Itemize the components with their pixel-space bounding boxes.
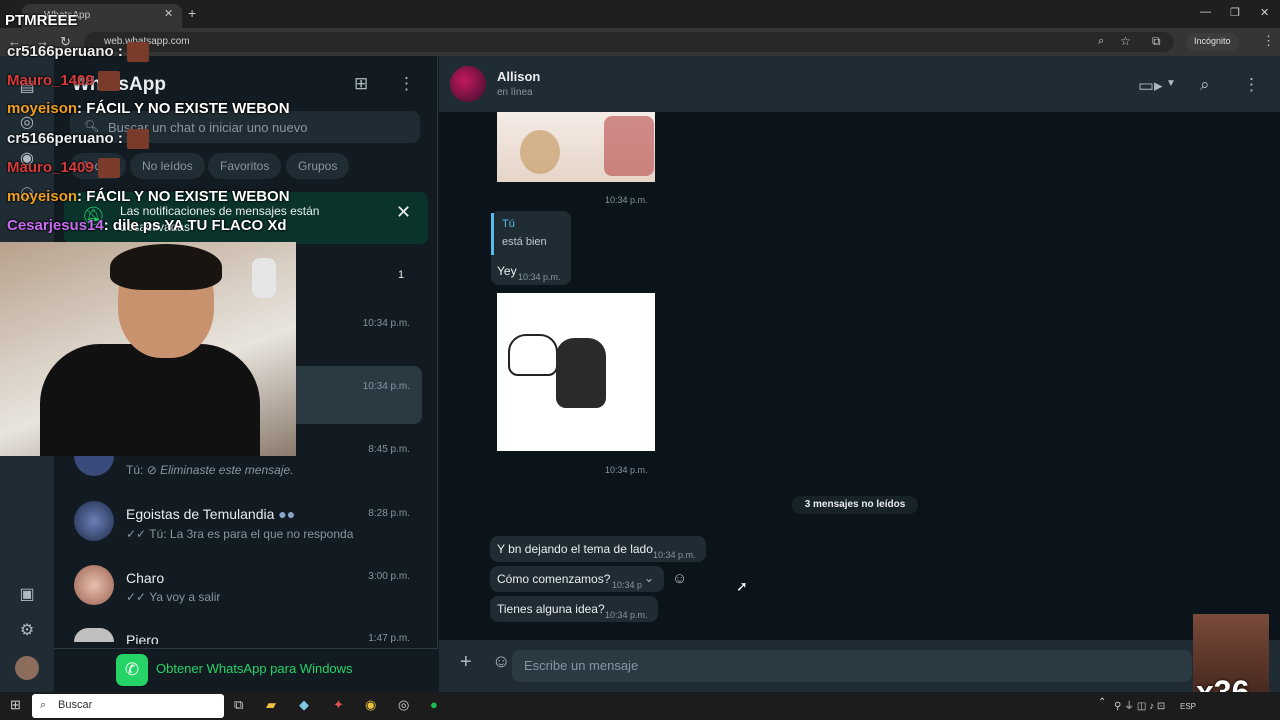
contact-name[interactable]: Allison <box>497 69 540 84</box>
minimize-icon[interactable]: — <box>1200 6 1211 18</box>
message-input[interactable]: Escribe un mensaje <box>512 650 1192 682</box>
app-icon[interactable]: ✦ <box>333 697 344 713</box>
message-time: 10:34 p <box>612 580 642 590</box>
stream-chat-line: Mauro_1409 <box>7 158 120 178</box>
webcam-streamer-hair <box>110 244 222 290</box>
chat-preview: ✓✓ Ya voy a salir <box>126 590 221 604</box>
menu-kebab-icon[interactable]: ⋮ <box>398 74 415 94</box>
filter-chip-favorites[interactable]: Favoritos <box>208 153 282 179</box>
bookmark-star-icon[interactable]: ☆ <box>1120 34 1131 48</box>
media-icon[interactable]: ▣ <box>16 584 38 606</box>
message-time: 10:34 p.m. <box>653 550 696 560</box>
profile-avatar[interactable] <box>15 656 39 680</box>
message-text: Y bn dejando el tema de lado <box>497 542 653 556</box>
chat-emote-icon <box>97 158 120 178</box>
browser-menu-icon[interactable]: ⋮ <box>1262 33 1275 49</box>
task-view-icon[interactable]: ⧉ <box>234 697 243 713</box>
avatar[interactable] <box>74 565 114 605</box>
close-banner-icon[interactable]: ✕ <box>396 202 411 223</box>
chrome-icon[interactable]: ◉ <box>365 697 376 713</box>
tray-icons[interactable]: ⚲ ⏚ ◫ ♪ ⊡ <box>1114 697 1165 712</box>
whatsapp-logo-icon: ✆ <box>116 654 148 686</box>
chat-name[interactable]: Piero <box>126 632 159 644</box>
taskbar-search-icon: ⌕ <box>40 699 47 711</box>
unread-count-badge: 1 <box>397 269 405 281</box>
message-text: Tienes alguna idea? <box>497 602 605 616</box>
message-time: 10:34 p.m. <box>605 465 648 475</box>
webcam-figurine <box>252 258 276 298</box>
filter-chip-unread[interactable]: No leídos <box>130 153 205 179</box>
close-tab-icon[interactable]: ✕ <box>164 7 173 20</box>
react-emoji-icon[interactable]: ☺ <box>672 570 687 587</box>
chevron-down-icon[interactable]: ▼ <box>1166 78 1176 89</box>
message-text: Cómo comenzamos? <box>497 572 611 586</box>
app-icon[interactable]: ◆ <box>299 697 309 713</box>
chat-time: 8:45 p.m. <box>368 444 410 455</box>
chat-time: 10:34 p.m. <box>362 318 410 329</box>
message-options-chevron-icon[interactable]: ⌄ <box>644 571 654 585</box>
avatar[interactable] <box>74 628 114 642</box>
chat-time: 10:34 p.m. <box>362 381 410 392</box>
message-time: 10:34 p.m. <box>605 610 648 620</box>
close-window-icon[interactable]: ✕ <box>1260 6 1269 19</box>
message-time: 10:34 p.m. <box>605 195 648 205</box>
chat-time: 3:00 p.m. <box>368 571 410 582</box>
stream-chat-line: moyeison: FÁCIL Y NO EXISTE WEBON <box>7 100 290 117</box>
block-icon: ⊘ <box>146 463 157 477</box>
zoom-icon[interactable]: ⌕ <box>1098 35 1104 48</box>
chat-menu-icon[interactable]: ⋮ <box>1243 75 1260 95</box>
chat-emote-icon <box>97 71 120 91</box>
chat-name[interactable]: Egoistas de Temulandia ●● <box>126 506 295 522</box>
windows-start-icon[interactable]: ⊞ <box>10 697 21 713</box>
stream-chat-line: cr5166peruano : <box>7 129 150 149</box>
avatar[interactable] <box>74 501 114 541</box>
get-app-link[interactable]: Obtener WhatsApp para Windows <box>156 661 353 676</box>
spotify-icon[interactable]: ● <box>430 697 438 712</box>
stream-chat-line: Cesarjesus14: dile ps YA TU FLACO Xd <box>7 217 287 234</box>
language-indicator[interactable]: ESP <box>1180 702 1196 711</box>
extensions-icon[interactable]: ⧉ <box>1152 34 1161 49</box>
tray-chevron-icon[interactable]: ⌃ <box>1098 697 1106 708</box>
chat-preview: Tú: ⊘ Eliminaste este mensaje. <box>126 463 294 477</box>
new-tab-icon[interactable]: + <box>188 5 196 21</box>
video-call-icon[interactable]: ▭▸ <box>1138 76 1163 96</box>
quoted-text: está bien <box>502 236 547 248</box>
chat-preview: ✓✓ Tú: La 3ra es para el que no responda <box>126 527 354 541</box>
chat-time: 1:47 p.m. <box>368 633 410 643</box>
chat-name[interactable]: Charo <box>126 570 164 586</box>
quote-bar <box>491 213 494 255</box>
taskbar-search[interactable]: Buscar <box>32 694 224 718</box>
quoted-author: Tú <box>502 218 515 230</box>
chat-emote-icon <box>127 42 150 62</box>
sticker-black-cat <box>556 338 606 408</box>
incognito-badge[interactable]: Incógnito <box>1186 33 1239 51</box>
message-text: Yey <box>497 264 517 278</box>
sticker-figure <box>520 130 560 174</box>
url-field[interactable]: web.whatsapp.com <box>84 32 1174 52</box>
message-time: 10:34 p.m. <box>518 272 561 282</box>
stream-chat-line: moyeison: FÁCIL Y NO EXISTE WEBON <box>7 188 290 205</box>
contact-status: en línea <box>497 87 533 98</box>
filter-chip-groups[interactable]: Grupos <box>286 153 350 179</box>
sticker-figure <box>604 116 654 176</box>
search-messages-icon[interactable]: ⌕ <box>1200 75 1210 95</box>
chat-emote-icon <box>127 129 150 149</box>
settings-gear-icon[interactable]: ⚙ <box>16 620 38 642</box>
maximize-icon[interactable]: ❐ <box>1230 6 1240 19</box>
file-explorer-icon[interactable]: ▰ <box>266 697 276 713</box>
mouse-cursor-icon: ➚ <box>736 578 748 594</box>
chat-time: 8:28 p.m. <box>368 508 410 519</box>
sticker-white-cat <box>508 334 558 376</box>
stream-chat-line: Mauro_1409 <box>7 71 120 91</box>
stream-chat-line: cr5166peruano : <box>7 42 150 62</box>
emoji-icon[interactable]: ☺ <box>492 651 510 672</box>
webcam-streamer-shirt <box>40 344 260 456</box>
unread-divider: 3 mensajes no leídos <box>792 496 918 514</box>
contact-avatar[interactable] <box>450 66 486 102</box>
overlay-top-text: PTMREEE <box>5 12 78 29</box>
obs-icon[interactable]: ◎ <box>398 697 409 713</box>
new-chat-icon[interactable]: ⊞ <box>354 74 368 94</box>
attach-plus-icon[interactable]: + <box>460 651 472 674</box>
